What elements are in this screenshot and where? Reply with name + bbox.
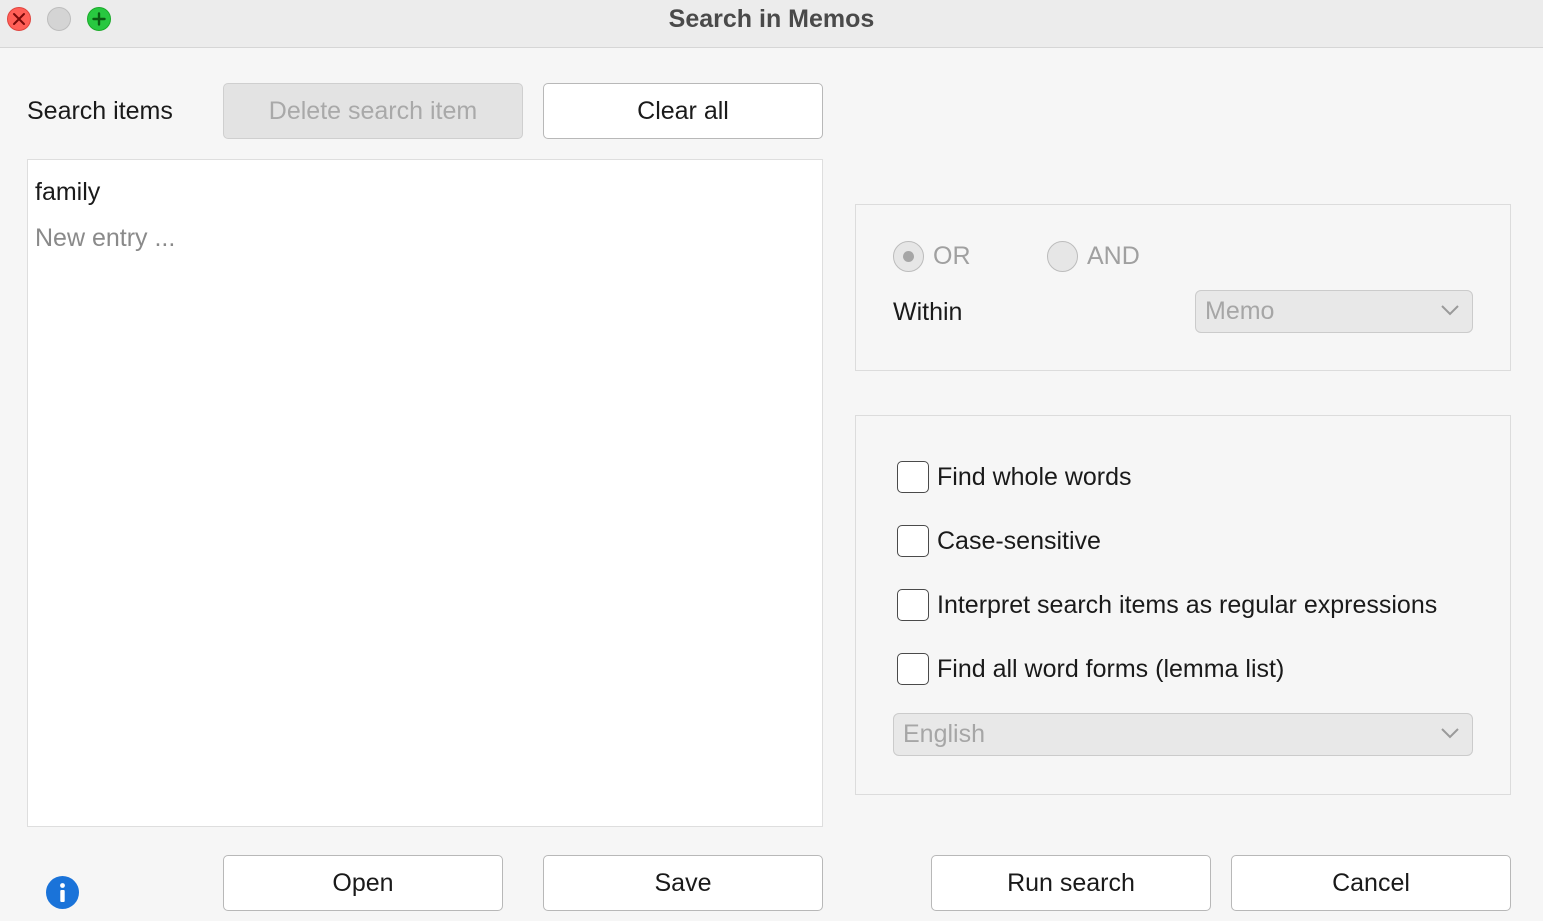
regex-label: Interpret search items as regular expres… [937,590,1438,619]
clear-all-button[interactable]: Clear all [543,83,823,139]
and-radio-label: AND [1087,242,1140,270]
language-dropdown[interactable]: English [893,713,1473,756]
within-dropdown[interactable]: Memo [1195,290,1473,333]
or-radio-label: OR [933,242,971,270]
regex-checkbox[interactable] [897,589,929,621]
run-search-button[interactable]: Run search [931,855,1211,911]
search-items-label: Search items [27,97,173,125]
and-radio-option[interactable]: AND [1047,241,1140,272]
whole-words-checkbox[interactable] [897,461,929,493]
radio-selected-dot [903,251,914,262]
whole-words-label: Find whole words [937,462,1132,491]
logic-group: OR AND Within Memo [855,204,1511,371]
within-label: Within [893,298,963,326]
info-icon[interactable] [46,876,79,909]
save-button[interactable]: Save [543,855,823,911]
open-button[interactable]: Open [223,855,503,911]
case-sensitive-label: Case-sensitive [937,526,1101,555]
chevron-down-icon [1441,305,1459,316]
word-forms-label: Find all word forms (lemma list) [937,654,1285,683]
word-forms-option[interactable]: Find all word forms (lemma list) [897,653,1284,685]
and-radio[interactable] [1047,241,1078,272]
options-group: Find whole words Case-sensitive Interpre… [855,415,1511,795]
chevron-down-icon [1441,728,1459,739]
window-title: Search in Memos [668,5,875,33]
regex-option[interactable]: Interpret search items as regular expres… [897,589,1437,621]
or-radio[interactable] [893,241,924,272]
new-entry-input[interactable]: New entry ... [35,224,175,253]
language-dropdown-value: English [903,720,985,748]
search-items-list[interactable]: family New entry ... [27,159,823,827]
word-forms-checkbox[interactable] [897,653,929,685]
title-bar: Search in Memos [0,0,1543,48]
case-sensitive-option[interactable]: Case-sensitive [897,525,1101,557]
list-item[interactable]: family [35,178,100,207]
within-dropdown-value: Memo [1205,297,1275,325]
case-sensitive-checkbox[interactable] [897,525,929,557]
whole-words-option[interactable]: Find whole words [897,461,1132,493]
info-glyph-icon [60,883,65,902]
cancel-button[interactable]: Cancel [1231,855,1511,911]
delete-search-item-button[interactable]: Delete search item [223,83,523,139]
or-radio-option[interactable]: OR [893,241,971,272]
